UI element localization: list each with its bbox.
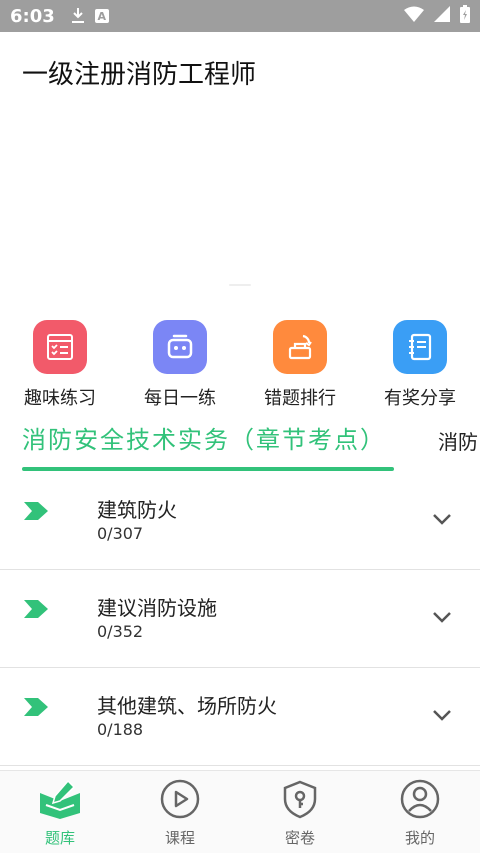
quick-action-share-reward[interactable]: 有奖分享 — [365, 320, 475, 410]
chevron-flag-icon — [24, 502, 48, 524]
nav-secret-papers[interactable]: 密卷 — [240, 779, 360, 848]
nav-label: 我的 — [404, 829, 435, 847]
chapter-progress: 0/352 — [97, 622, 144, 641]
shield-lock-icon — [280, 779, 320, 823]
chevron-down-icon[interactable] — [432, 706, 452, 725]
chapter-progress: 0/188 — [97, 720, 144, 739]
signal-icon — [434, 6, 450, 26]
page-title: 一级注册消防工程师 — [22, 60, 257, 90]
nav-profile[interactable]: 我的 — [360, 779, 480, 848]
download-icon — [71, 8, 85, 24]
chapter-item[interactable]: 建议消防设施 0/352 — [0, 570, 480, 668]
bottom-nav: 题库 课程 密卷 我的 — [0, 770, 480, 853]
quick-action-label: 每日一练 — [144, 388, 216, 409]
book-pen-icon — [38, 779, 82, 823]
nav-question-bank[interactable]: 题库 — [0, 779, 120, 848]
banner-indicator — [229, 284, 251, 286]
chevron-flag-icon — [24, 600, 48, 622]
chapter-name: 建筑防火 — [97, 498, 177, 522]
nav-label: 题库 — [44, 829, 75, 847]
quick-actions: 趣味练习 每日一练 错题排行 有奖分享 — [0, 320, 480, 410]
status-bar: 6:03 A — [0, 0, 480, 32]
chapter-name: 建议消防设施 — [97, 596, 217, 620]
play-circle-icon — [160, 779, 200, 823]
chapter-name: 其他建筑、场所防火 — [97, 694, 277, 718]
battery-icon — [460, 5, 470, 27]
nav-courses[interactable]: 课程 — [120, 779, 240, 848]
chapter-list: 建筑防火 0/307 建议消防设施 0/352 其他建筑、场所防火 0/188 — [0, 472, 480, 766]
nav-label: 密卷 — [284, 829, 315, 847]
tab-next[interactable]: 消防 — [438, 426, 478, 455]
chapter-progress: 0/307 — [97, 524, 144, 543]
chevron-flag-icon — [24, 698, 48, 720]
quick-action-label: 趣味练习 — [24, 388, 96, 409]
quick-action-daily-practice[interactable]: 每日一练 — [125, 320, 235, 410]
quick-action-wrong-ranking[interactable]: 错题排行 — [245, 320, 355, 410]
wifi-icon — [404, 6, 424, 26]
chevron-down-icon[interactable] — [432, 510, 452, 529]
chapter-item[interactable]: 建筑防火 0/307 — [0, 472, 480, 570]
notebook-icon — [393, 320, 447, 374]
subject-tabs: 消防安全技术实务（章节考点） 消防 — [0, 420, 480, 474]
status-time: 6:03 — [10, 5, 55, 27]
chevron-down-icon[interactable] — [432, 608, 452, 627]
quick-action-label: 有奖分享 — [384, 388, 456, 409]
quick-action-fun-practice[interactable]: 趣味练习 — [5, 320, 115, 410]
user-icon — [400, 779, 440, 823]
checklist-icon — [33, 320, 87, 374]
rank-icon — [273, 320, 327, 374]
tab-underline — [22, 467, 394, 471]
quick-action-label: 错题排行 — [264, 388, 336, 409]
nav-label: 课程 — [164, 829, 195, 847]
robot-icon — [153, 320, 207, 374]
tab-fire-safety-practice[interactable]: 消防安全技术实务（章节考点） — [22, 420, 386, 455]
chapter-item[interactable]: 其他建筑、场所防火 0/188 — [0, 668, 480, 766]
a-icon: A — [94, 9, 109, 23]
